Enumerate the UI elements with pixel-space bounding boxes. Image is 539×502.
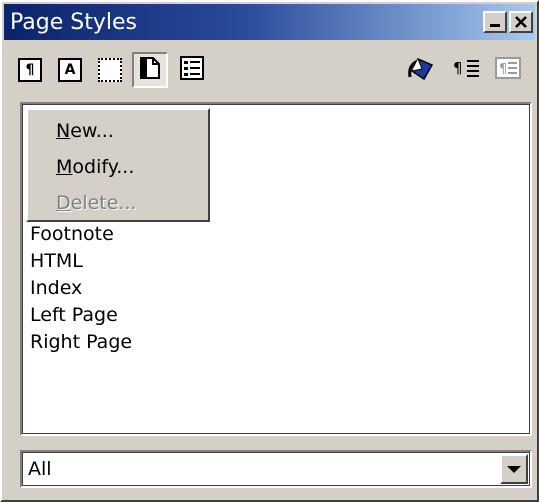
list-item[interactable]: Index — [30, 275, 132, 302]
style-filter-dropdown[interactable]: All — [20, 450, 532, 488]
list-item[interactable]: Left Page — [30, 302, 132, 329]
fill-format-mode-icon — [406, 55, 438, 85]
list-item[interactable]: Footnote — [30, 221, 132, 248]
numbering-styles-icon — [180, 56, 204, 84]
paragraph-styles-button[interactable]: ¶ — [12, 52, 48, 88]
window-title: Page Styles — [10, 9, 137, 35]
fill-format-mode-button[interactable] — [402, 52, 442, 88]
frame-styles-icon — [98, 58, 122, 82]
svg-text:¶: ¶ — [453, 59, 463, 77]
context-menu: New... Modify... Delete... — [26, 108, 210, 222]
update-style-icon: ¶ — [494, 56, 522, 84]
svg-text:¶: ¶ — [499, 62, 507, 77]
paragraph-styles-icon: ¶ — [18, 58, 42, 82]
frame-styles-button[interactable] — [92, 52, 128, 88]
close-icon[interactable] — [509, 11, 533, 33]
page-styles-button[interactable] — [132, 52, 168, 88]
dropdown-button[interactable] — [500, 454, 528, 484]
list-item[interactable]: HTML — [30, 248, 132, 275]
menu-item-new[interactable]: New... — [56, 120, 114, 142]
styles-list-items: Footnote HTML Index Left Page Right Page — [30, 221, 132, 356]
title-bar[interactable]: Page Styles — [4, 4, 535, 40]
list-item[interactable]: Right Page — [30, 329, 132, 356]
new-style-from-selection-button[interactable]: ¶ — [450, 52, 486, 88]
minimize-icon[interactable] — [483, 11, 507, 33]
page-styles-window: Page Styles ¶ A ¶ ¶ Footnote HTML Index … — [0, 0, 539, 502]
menu-item-modify[interactable]: Modify... — [56, 156, 134, 178]
menu-item-delete: Delete... — [56, 192, 137, 214]
character-styles-button[interactable]: A — [52, 52, 88, 88]
update-style-button[interactable]: ¶ — [490, 52, 526, 88]
page-styles-icon — [139, 56, 161, 84]
styles-list[interactable]: Footnote HTML Index Left Page Right Page… — [20, 102, 532, 436]
style-filter-value: All — [28, 458, 52, 480]
chevron-down-icon — [507, 465, 521, 473]
new-style-from-selection-icon: ¶ — [453, 57, 483, 83]
style-family-toolbar: ¶ A ¶ ¶ — [4, 46, 535, 98]
numbering-styles-button[interactable] — [174, 52, 210, 88]
character-styles-icon: A — [58, 58, 82, 82]
